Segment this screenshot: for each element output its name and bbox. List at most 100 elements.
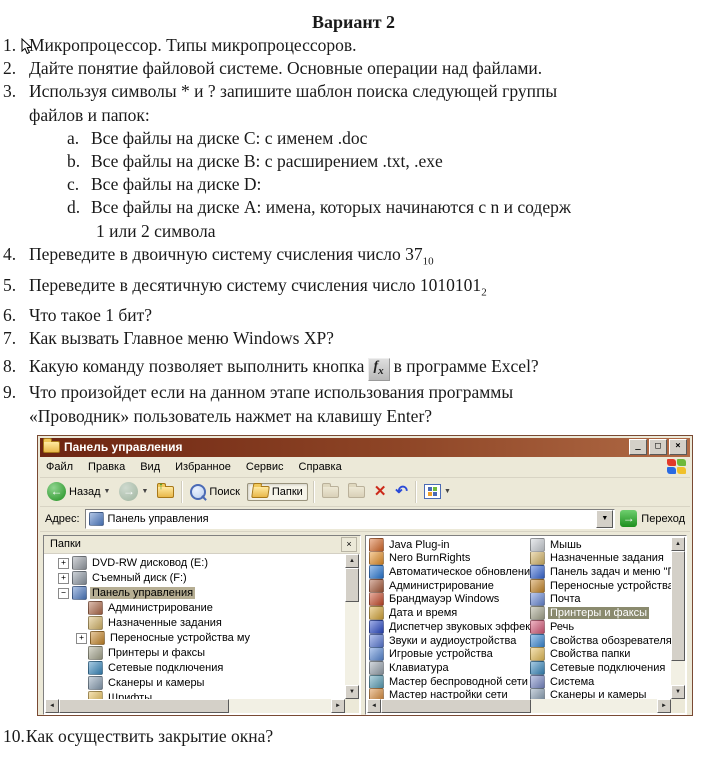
list-item[interactable]: Клавиатура (369, 661, 530, 675)
list-item[interactable]: Мастер беспроводной сети (369, 675, 530, 689)
menu-item[interactable]: Правка (88, 461, 125, 473)
scroll-right-button[interactable]: ► (657, 699, 671, 713)
list-item[interactable]: Диспетчер звуковых эффектов (369, 620, 530, 634)
question-number: 3. (0, 80, 29, 103)
folders-button[interactable]: Папки (247, 483, 308, 501)
list-item[interactable]: Мастер настройки сети (369, 688, 530, 698)
tree-item[interactable]: +Съемный диск (F:) (45, 571, 345, 586)
views-button[interactable]: ▼ (422, 483, 453, 500)
tree-expander-icon[interactable]: − (58, 588, 69, 599)
search-button[interactable]: Поиск (188, 483, 241, 501)
toolbar-separator (181, 481, 183, 503)
copy-to-button[interactable] (346, 485, 367, 499)
tree-item[interactable]: −Панель управления (45, 586, 345, 601)
scroll-up-button[interactable]: ▲ (345, 554, 359, 568)
address-input[interactable]: Панель управления ▼ (85, 509, 616, 529)
toolbar: ← Назад ▼ → ▼ ↑ Поиск Папки (40, 478, 690, 507)
delete-button[interactable]: ✕ (372, 483, 389, 500)
list-item[interactable]: Автоматическое обновление (369, 565, 530, 579)
move-to-button[interactable] (320, 485, 341, 499)
list-item[interactable]: Система (530, 675, 671, 689)
menu-item[interactable]: Вид (140, 461, 160, 473)
folder-tree: +DVD-RW дисковод (E:)+Съемный диск (F:)−… (45, 554, 345, 699)
tree-item[interactable]: +Переносные устройства му (45, 631, 345, 646)
folders-pane-title: Папки (50, 538, 341, 550)
list-item-label: Мышь (548, 539, 584, 551)
menu-item[interactable]: Файл (46, 461, 73, 473)
list-item[interactable]: Принтеры и факсы (530, 606, 671, 620)
list-item[interactable]: Свойства обозревателя (530, 634, 671, 648)
list-item[interactable]: Игровые устройства (369, 647, 530, 661)
tree-item[interactable]: Шрифты (45, 691, 345, 699)
list-item[interactable]: Сетевые подключения (530, 661, 671, 675)
scrollbar-thumb[interactable] (345, 568, 359, 602)
list-item[interactable]: Брандмауэр Windows (369, 593, 530, 607)
list-vertical-scrollbar[interactable]: ▲ ▼ (671, 537, 685, 699)
tree-item[interactable]: Администрирование (45, 601, 345, 616)
list-item[interactable]: Почта (530, 593, 671, 607)
scroll-right-button[interactable]: ► (331, 699, 345, 713)
tree-vertical-scrollbar[interactable]: ▲ ▼ (345, 554, 359, 699)
scroll-down-button[interactable]: ▼ (671, 685, 685, 699)
list-item[interactable]: Речь (530, 620, 671, 634)
firewall-icon (369, 593, 384, 607)
undo-button[interactable]: ↶ (393, 483, 410, 500)
tree-expander-icon[interactable]: + (58, 573, 69, 584)
question-number: 6. (0, 304, 29, 327)
forward-dropdown-icon[interactable]: ▼ (141, 488, 148, 495)
maximize-button[interactable]: □ (649, 439, 667, 455)
list-horizontal-scrollbar[interactable]: ◄ ► (367, 699, 671, 713)
toolbar-separator (415, 481, 417, 503)
list-item[interactable]: Звуки и аудиоустройства (369, 634, 530, 648)
explorer-panes: Папки × +DVD-RW дисковод (E:)+Съемный ди… (40, 532, 690, 718)
tree-item[interactable]: Сканеры и камеры (45, 676, 345, 691)
tree-item[interactable]: Сетевые подключения (45, 661, 345, 676)
forward-button[interactable]: → ▼ (117, 481, 150, 502)
tree-item[interactable]: +DVD-RW дисковод (E:) (45, 556, 345, 571)
menu-item[interactable]: Сервис (246, 461, 284, 473)
back-button[interactable]: ← Назад ▼ (45, 481, 112, 502)
minimize-button[interactable]: _ (629, 439, 647, 455)
folders-pane-header: Папки × (44, 536, 360, 554)
go-button[interactable]: → Переход (620, 510, 685, 527)
list-item[interactable]: Назначенные задания (530, 552, 671, 566)
list-item[interactable]: Администрирование (369, 579, 530, 593)
list-item[interactable]: Переносные устройства мульт (530, 579, 671, 593)
scrollbar-thumb[interactable] (59, 699, 229, 713)
list-item-label: Назначенные задания (548, 552, 666, 564)
scrollbar-thumb[interactable] (381, 699, 531, 713)
tree-expander-icon[interactable]: + (58, 558, 69, 569)
up-button[interactable]: ↑ (155, 485, 176, 499)
scroll-down-button[interactable]: ▼ (345, 685, 359, 699)
list-item[interactable]: Сканеры и камеры (530, 688, 671, 698)
list-item-label: Брандмауэр Windows (387, 593, 501, 605)
list-item[interactable]: Дата и время (369, 606, 530, 620)
scanners-cameras-icon (530, 688, 545, 698)
list-item-label: Почта (548, 593, 583, 605)
question-9-cont: «Проводник» пользователь нажмет на клави… (0, 405, 707, 428)
menu-item[interactable]: Справка (299, 461, 342, 473)
folders-icon (251, 486, 270, 498)
scrollbar-thumb[interactable] (671, 551, 685, 661)
list-item[interactable]: Панель задач и меню "Пуск" (530, 565, 671, 579)
list-item[interactable]: Мышь (530, 538, 671, 552)
mouse-cursor-icon (21, 38, 33, 55)
tree-horizontal-scrollbar[interactable]: ◄ ► (45, 699, 345, 713)
list-item[interactable]: Свойства папки (530, 647, 671, 661)
list-item[interactable]: Nero BurnRights (369, 552, 530, 566)
close-folders-pane-button[interactable]: × (341, 537, 357, 552)
menu-item[interactable]: Избранное (175, 461, 231, 473)
title-bar[interactable]: Панель управления _ □ × (40, 438, 690, 457)
question-9: 9. Что произойдет если на данном этапе и… (0, 381, 707, 404)
list-item[interactable]: Java Plug-in (369, 538, 530, 552)
scroll-up-button[interactable]: ▲ (671, 537, 685, 551)
close-button[interactable]: × (669, 439, 687, 455)
scroll-left-button[interactable]: ◄ (367, 699, 381, 713)
tree-expander-icon[interactable]: + (76, 633, 87, 644)
tree-item[interactable]: Принтеры и факсы (45, 646, 345, 661)
back-dropdown-icon[interactable]: ▼ (104, 488, 111, 495)
address-dropdown-button[interactable]: ▼ (596, 510, 613, 528)
list-item-label: Автоматическое обновление (387, 566, 530, 578)
tree-item[interactable]: Назначенные задания (45, 616, 345, 631)
scroll-left-button[interactable]: ◄ (45, 699, 59, 713)
